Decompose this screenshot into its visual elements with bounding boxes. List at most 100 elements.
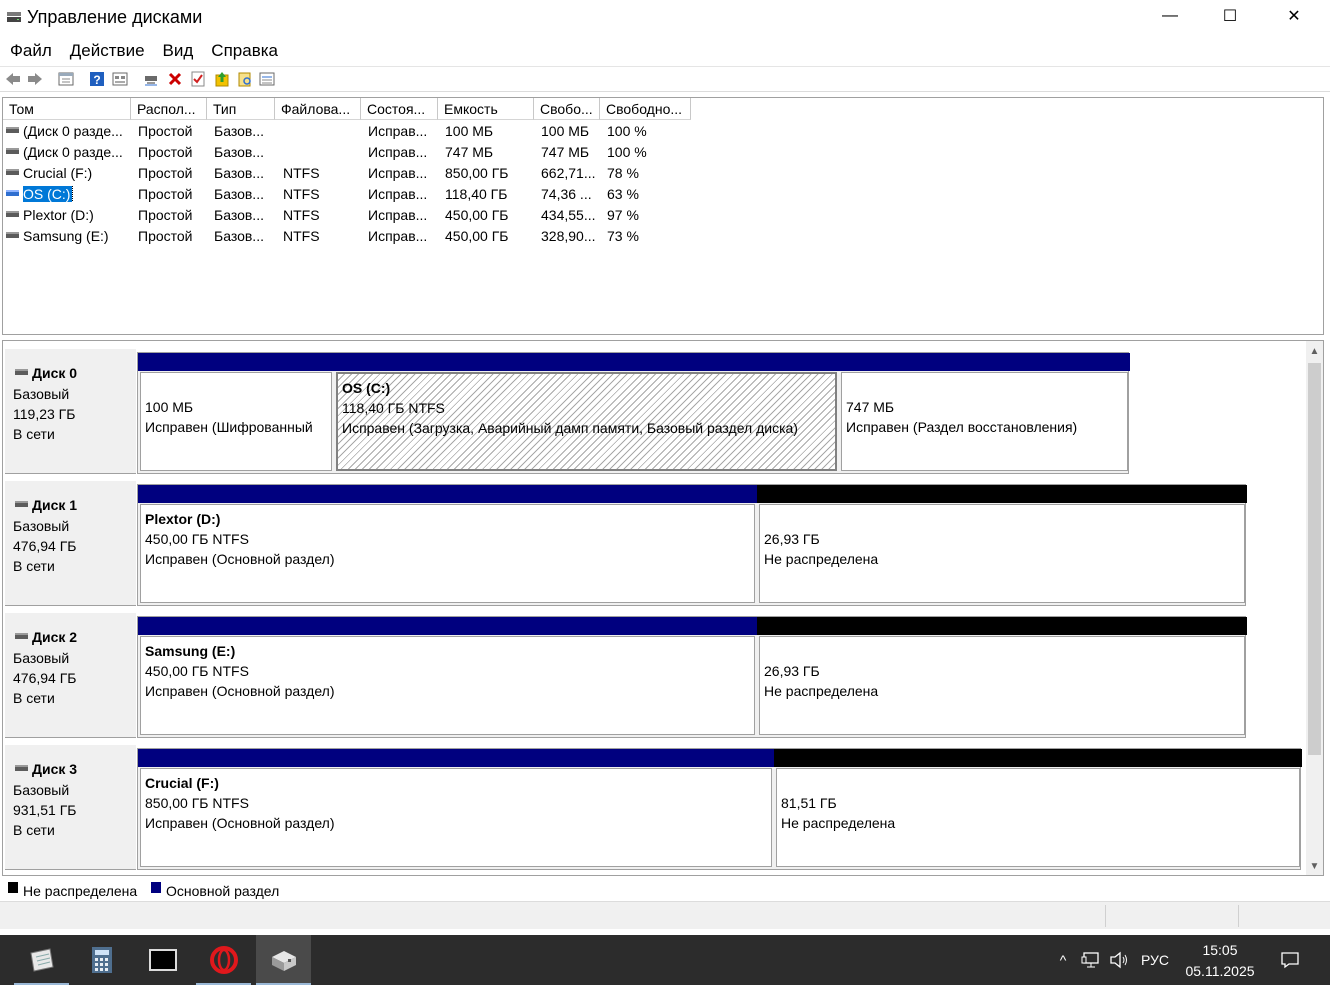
clock-time: 15:05 [1202,942,1238,958]
volume-cell-text: 747 МБ [445,144,494,160]
partition-size: 81,51 ГБ [781,795,837,811]
volume-icon[interactable] [1106,935,1132,985]
taskbar-notepad[interactable] [14,935,69,985]
legend: Не распределена Основной раздел [0,878,1330,900]
search-icon[interactable] [237,71,253,87]
volume-row[interactable]: Samsung (E:) Простой Базов... NTFS Исправ...… [3,226,1323,247]
notepad-icon [29,948,54,972]
help-icon[interactable]: ? [89,71,105,87]
volume-rows: (Диск 0 разде... Простой Базов... Исправ...… [3,121,1323,247]
volume-row[interactable]: Crucial (F:) Простой Базов... NTFS Исправ...… [3,163,1323,184]
disk-info-3[interactable]: Диск 3 Базовый 931,51 ГБ В сети [5,743,136,870]
volume-cell-text: 450,00 ГБ [445,207,509,223]
volume-cell-text: Исправ... [368,228,428,244]
column-header-volume[interactable]: Том [3,98,131,120]
unallocated-space[interactable]: 26,93 ГБ Не распределена [757,485,1247,605]
forward-icon[interactable] [27,71,43,87]
disk-icon [15,765,28,771]
notifications-icon[interactable] [1270,935,1310,985]
back-icon[interactable] [5,71,21,87]
check-icon[interactable] [190,71,206,87]
volume-cell: Базов... [214,123,274,139]
volume-list[interactable]: Том Распол... Тип Файлова... Состоя... Е… [2,97,1324,335]
partition[interactable]: Samsung (E:) 450,00 ГБ NTFS Исправен (Осно… [138,617,757,737]
up-icon[interactable] [214,71,230,87]
disk-name: Диск 1 [32,497,78,513]
volume-icon [6,127,19,133]
partition-body: 26,93 ГБ Не распределена [759,636,1245,735]
menu-view[interactable]: Вид [153,38,202,64]
tray-chevron-icon[interactable]: ^ [1052,935,1074,985]
menu-help[interactable]: Справка [201,38,286,64]
partition[interactable]: OS (C:) 118,40 ГБ NTFS Исправен (Загрузка,… [334,353,839,473]
vertical-scrollbar[interactable]: ▲ ▼ [1306,341,1323,875]
volume-cell-text: 328,90... [541,228,596,244]
unallocated-space[interactable]: 81,51 ГБ Не распределена [774,749,1302,869]
delete-icon[interactable] [167,71,183,87]
network-icon[interactable] [1078,935,1104,985]
volume-row[interactable]: Plextor (D:) Простой Базов... NTFS Исправ...… [3,205,1323,226]
volume-cell: 450,00 ГБ [445,207,535,223]
scroll-up-icon[interactable]: ▲ [1306,343,1323,360]
partition-status: Не распределена [764,683,879,699]
volume-cell-text: (Диск 0 разде... [23,144,123,160]
partition-name: Plextor (D:) [145,511,221,527]
list-icon[interactable] [259,71,275,87]
close-button[interactable]: ✕ [1262,0,1326,32]
volume-cell: Исправ... [368,228,438,244]
unallocated-space[interactable]: 26,93 ГБ Не распределена [757,617,1247,737]
column-header-capacity[interactable]: Емкость [438,98,534,120]
volume-cell: Crucial (F:) [23,165,131,181]
volume-cell: Простой [138,123,206,139]
partition[interactable]: 100 МБ Исправен (Шифрованный [138,353,334,473]
taskbar-opera[interactable] [196,935,251,985]
partition-color-bar [774,749,1302,767]
scroll-down-icon[interactable]: ▼ [1306,858,1323,875]
properties-icon[interactable] [58,71,74,87]
volume-cell-text: 100 МБ [445,123,494,139]
column-header-free-space[interactable]: Свобо... [534,98,600,120]
connect-icon[interactable] [143,71,159,87]
disk-status: В сети [13,558,55,574]
view-icon[interactable] [112,71,128,87]
partition[interactable]: 747 МБ Исправен (Раздел восстановления) [839,353,1130,473]
taskbar-calculator[interactable] [74,935,129,985]
volume-cell: 78 % [607,165,687,181]
disk-info-0[interactable]: Диск 0 Базовый 119,23 ГБ В сети [5,347,136,474]
column-header-free-percent[interactable]: Свободно... [600,98,691,120]
column-header-filesystem[interactable]: Файлова... [275,98,361,120]
column-header-layout[interactable]: Распол... [131,98,207,120]
volume-cell-text: 100 МБ [541,123,590,139]
taskbar-terminal[interactable] [135,935,190,985]
volume-row[interactable]: OS (C:) Простой Базов... NTFS Исправ... 118,4… [3,184,1323,205]
menu-action[interactable]: Действие [60,38,153,64]
partition-status: Исправен (Раздел восстановления) [846,419,1078,435]
maximize-button[interactable]: ☐ [1198,0,1262,32]
volume-cell-text: 73 % [607,228,639,244]
volume-cell-text: Базов... [214,165,264,181]
taskbar-clock[interactable]: 15:05 05.11.2025 [1180,940,1260,982]
disk-info-1[interactable]: Диск 1 Базовый 476,94 ГБ В сети [5,479,136,606]
partition[interactable]: Plextor (D:) 450,00 ГБ NTFS Исправен (Осно… [138,485,757,605]
column-header-status[interactable]: Состоя... [361,98,438,120]
partition-body: Samsung (E:) 450,00 ГБ NTFS Исправен (Осно… [140,636,755,735]
volume-row[interactable]: (Диск 0 разде... Простой Базов... Исправ...… [3,142,1323,163]
partition[interactable]: Crucial (F:) 850,00 ГБ NTFS Исправен (Осно… [138,749,774,869]
volume-cell-text: Простой [138,123,193,139]
volume-cell-text: Plextor (D:) [23,207,94,223]
partition-body: 81,51 ГБ Не распределена [776,768,1300,867]
language-indicator[interactable]: РУС [1136,935,1174,985]
volume-cell-text: 118,40 ГБ [445,186,508,202]
minimize-button[interactable]: — [1138,0,1202,32]
scroll-thumb[interactable] [1308,363,1321,755]
disk-info-2[interactable]: Диск 2 Базовый 476,94 ГБ В сети [5,611,136,738]
menu-file[interactable]: Файл [0,38,60,64]
volume-row[interactable]: (Диск 0 разде... Простой Базов... Исправ...… [3,121,1323,142]
partition-status: Исправен (Основной раздел) [145,815,335,831]
volume-cell-text: Исправ... [368,123,428,139]
volume-cell-text: Исправ... [368,165,428,181]
taskbar-disk-management[interactable] [256,935,311,985]
column-header-type[interactable]: Тип [207,98,275,120]
volume-cell: Базов... [214,186,274,202]
partition-color-bar [839,353,1130,371]
